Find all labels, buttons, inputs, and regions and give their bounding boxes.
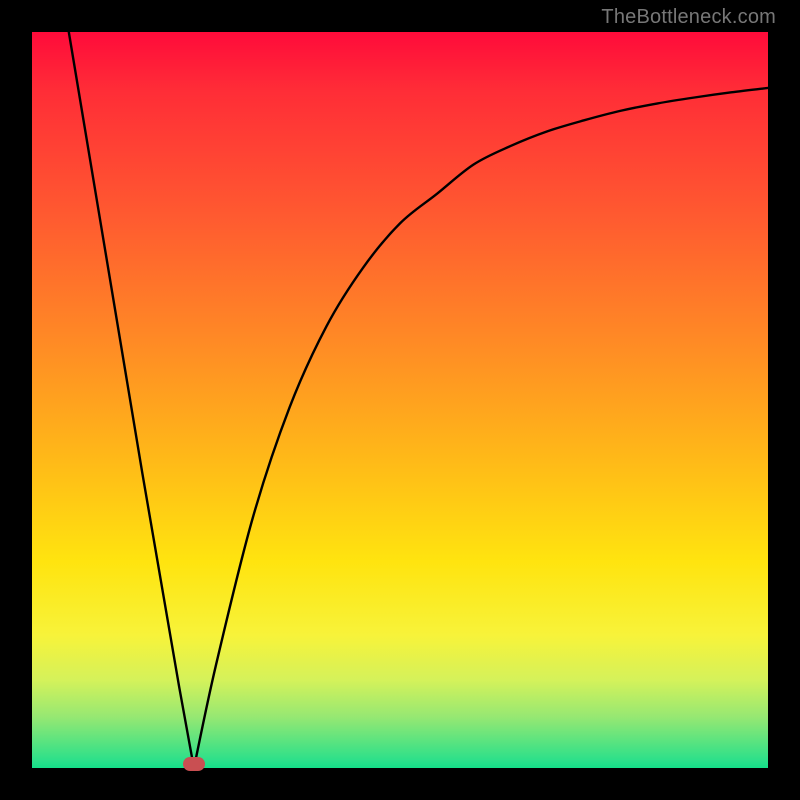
bottleneck-curve <box>32 32 768 768</box>
watermark-text: TheBottleneck.com <box>601 6 776 29</box>
plot-area <box>32 32 768 768</box>
chart-container: TheBottleneck.com <box>0 0 800 800</box>
min-point-marker <box>183 757 205 771</box>
